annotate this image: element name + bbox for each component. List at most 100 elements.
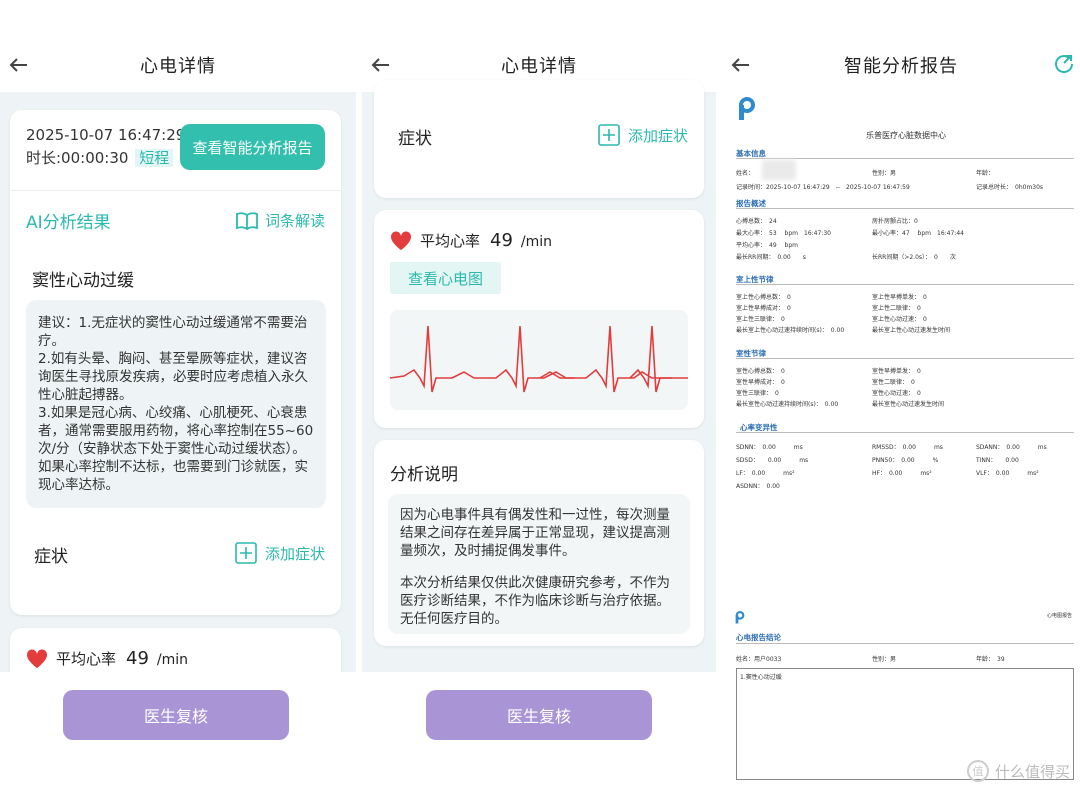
divider — [736, 208, 1074, 209]
analysis-paragraph-1: 因为心电事件具有偶发性和一过性，每次测量结果之间存在差异属于正常显现，建议提高测… — [400, 507, 670, 559]
ecg-detail-panel-1: 心电详情 2025-10-07 16:47:29 时长:00:00:30 短程 … — [0, 0, 356, 792]
record-duration: 时长:00:00:30 短程 — [26, 147, 174, 168]
h8: HF： 0.00 ms² — [872, 470, 932, 477]
add-symptom-button[interactable]: 添加症状 — [235, 542, 325, 564]
heart-rate-card: 平均心率 49 /min 查看心电图 — [374, 210, 704, 428]
h9: VLF： 0.00 ms² — [976, 470, 1039, 477]
book-icon — [236, 211, 258, 230]
hr-value: 49 — [126, 648, 149, 669]
ecg-waveform — [389, 325, 688, 393]
heart-icon — [390, 230, 412, 250]
h2: RMSSD： 0.00 ms — [872, 444, 943, 451]
heart-icon — [26, 648, 48, 668]
plus-square-icon — [598, 124, 620, 146]
symptom-title: 症状 — [398, 129, 432, 149]
v5: 室性三联律： 0 — [736, 390, 779, 397]
center-name: 乐普医疗心脏数据中心 — [866, 131, 946, 140]
symptom-title: 症状 — [34, 547, 68, 567]
gender: 性别：男 — [872, 170, 897, 177]
report-document: 乐普医疗心脏数据中心 基本信息 姓名： 性别：男 年龄： 记录时间：2025-1… — [722, 92, 1080, 792]
add-symptom-button[interactable]: 添加症状 — [598, 124, 688, 146]
name-label: 姓名： — [736, 170, 755, 177]
watermark-logo-icon: 值 — [966, 760, 989, 782]
page-title: 智能分析报告 — [844, 56, 958, 77]
hr-unit: /min — [520, 234, 553, 250]
sv6: 室上性心动过速： 0 — [872, 316, 927, 323]
top-bar: 智能分析报告 — [722, 40, 1080, 90]
analysis-paragraph-2: 本次分析结果仅供此次健康研究参考，不作为医疗诊断结果，不作为临床诊断与治疗依据。… — [400, 575, 670, 627]
h5: PNN50： 0.00 % — [872, 457, 939, 464]
avg-heart-rate: 平均心率 49 /min — [26, 648, 188, 669]
page-title: 心电详情 — [501, 56, 577, 77]
conclusion-text: 1.窦性心动过缓 — [740, 674, 782, 681]
ov-rr2: 长RR间期（>2.0s）： 0 次 — [872, 254, 956, 261]
section-conclusion: 心电报告结论 — [736, 633, 781, 642]
h7: LF： 0.00 ms² — [736, 470, 795, 477]
ov-beats: 心搏总数： 24 — [736, 218, 777, 225]
divider — [10, 190, 341, 191]
sv4: 室上性二联律： 0 — [872, 305, 921, 312]
h4: SDSD： 0.00 ms — [736, 457, 809, 464]
name-redacted — [762, 160, 796, 180]
glossary-link[interactable]: 词条解读 — [235, 210, 325, 231]
c-gender: 性别：男 — [872, 656, 897, 663]
view-ecg-button[interactable]: 查看心电图 — [390, 262, 501, 294]
h10: ASDNN： 0.00 — [736, 483, 780, 490]
top-bar: 心电详情 — [0, 40, 356, 90]
sv5: 室上性三联律： 0 — [736, 316, 785, 323]
page-2-corner: 心电图报告 — [1046, 613, 1072, 619]
v4: 室性二联律： 0 — [872, 379, 915, 386]
sv1: 室上性心搏总数： 0 — [736, 294, 791, 301]
c-age: 年龄： 39 — [976, 656, 1005, 663]
record-time: 记录时间：2025-10-07 16:47:29 -- 2025-10-07 1… — [736, 184, 910, 191]
ov-avg: 平均心率： 49 bpm — [736, 242, 799, 249]
hr-unit: /min — [156, 652, 189, 668]
sv2: 室上性早搏单发： 0 — [872, 294, 927, 301]
logo-icon — [736, 96, 758, 126]
duration-tag: 短程 — [135, 149, 174, 167]
add-symptom-label: 添加症状 — [627, 126, 688, 145]
divider — [736, 284, 1074, 285]
ai-result-title: AI分析结果 — [26, 213, 111, 233]
record-total: 记录总时长： 0h0m30s — [976, 184, 1044, 191]
divider — [736, 432, 1074, 433]
c-name: 姓名：用户0033 — [736, 656, 782, 663]
page-title: 心电详情 — [140, 56, 216, 77]
ecg-detail-panel-2: 心电详情 症状 添加症状 平均心率 49 /min 查看心电图 分析说明 因为心… — [362, 0, 716, 792]
sv8: 最长室上性心动过速发生时间 — [872, 327, 951, 334]
record-datetime: 2025-10-07 16:47:29 — [26, 126, 186, 144]
ov-ratio: 房扑房颤占比：0 — [872, 218, 918, 225]
v7: 最长室性心动过速持续时间(s)： 0.00 — [736, 401, 839, 408]
sv3: 室上性早搏成对： 0 — [736, 305, 791, 312]
doctor-review-button[interactable]: 医生复核 — [63, 690, 289, 740]
add-symptom-label: 添加症状 — [264, 544, 325, 563]
diagnosis-title: 窦性心动过缓 — [32, 271, 134, 291]
symptom-card: 症状 添加症状 — [374, 80, 704, 198]
analysis-card: 分析说明 因为心电事件具有偶发性和一过性，每次测量结果之间存在差异属于正常显现，… — [374, 440, 704, 646]
v8: 最长室性心动过速发生时间 — [872, 401, 945, 408]
hr-label: 平均心率 — [420, 232, 481, 250]
doctor-review-button[interactable]: 医生复核 — [426, 690, 652, 740]
view-report-button[interactable]: 查看智能分析报告 — [180, 124, 325, 170]
ov-min: 最小心率：47 bpm 16:47:44 — [872, 230, 964, 237]
ov-max: 最大心率： 53 bpm 16:47:30 — [736, 230, 831, 237]
advice-box: 建议：1.无症状的窦性心动过缓通常不需要治疗。 2.如有头晕、胸闷、甚至晕厥等症… — [26, 300, 326, 508]
divider — [736, 158, 1074, 159]
hr-label: 平均心率 — [56, 650, 117, 668]
duration-text: 时长:00:00:30 — [26, 149, 129, 167]
analysis-report-panel: 智能分析报告 乐普医疗心脏数据中心 基本信息 姓名： 性别：男 年龄： 记录时间… — [722, 0, 1080, 792]
analysis-title: 分析说明 — [390, 465, 458, 485]
share-icon[interactable] — [1052, 52, 1076, 80]
ecg-preview[interactable] — [389, 310, 688, 410]
v6: 室性心动过速： 0 — [872, 390, 921, 397]
h6: TINN： 0.00 — [976, 457, 1019, 464]
ai-result-card: 2025-10-07 16:47:29 时长:00:00:30 短程 查看智能分… — [10, 110, 341, 615]
avg-heart-rate: 平均心率 49 /min — [390, 230, 552, 251]
sv7: 最长室上性心动过速持续时间(s)： 0.00 — [736, 327, 845, 334]
ov-rr: 最长RR间期： 0.00 s — [736, 254, 806, 261]
h1: SDNN： 0.00 ms — [736, 444, 803, 451]
plus-square-icon — [235, 542, 257, 564]
divider — [736, 358, 1074, 359]
h3: SDANN： 0.00 ms — [976, 444, 1047, 451]
glossary-label: 词条解读 — [264, 212, 325, 230]
